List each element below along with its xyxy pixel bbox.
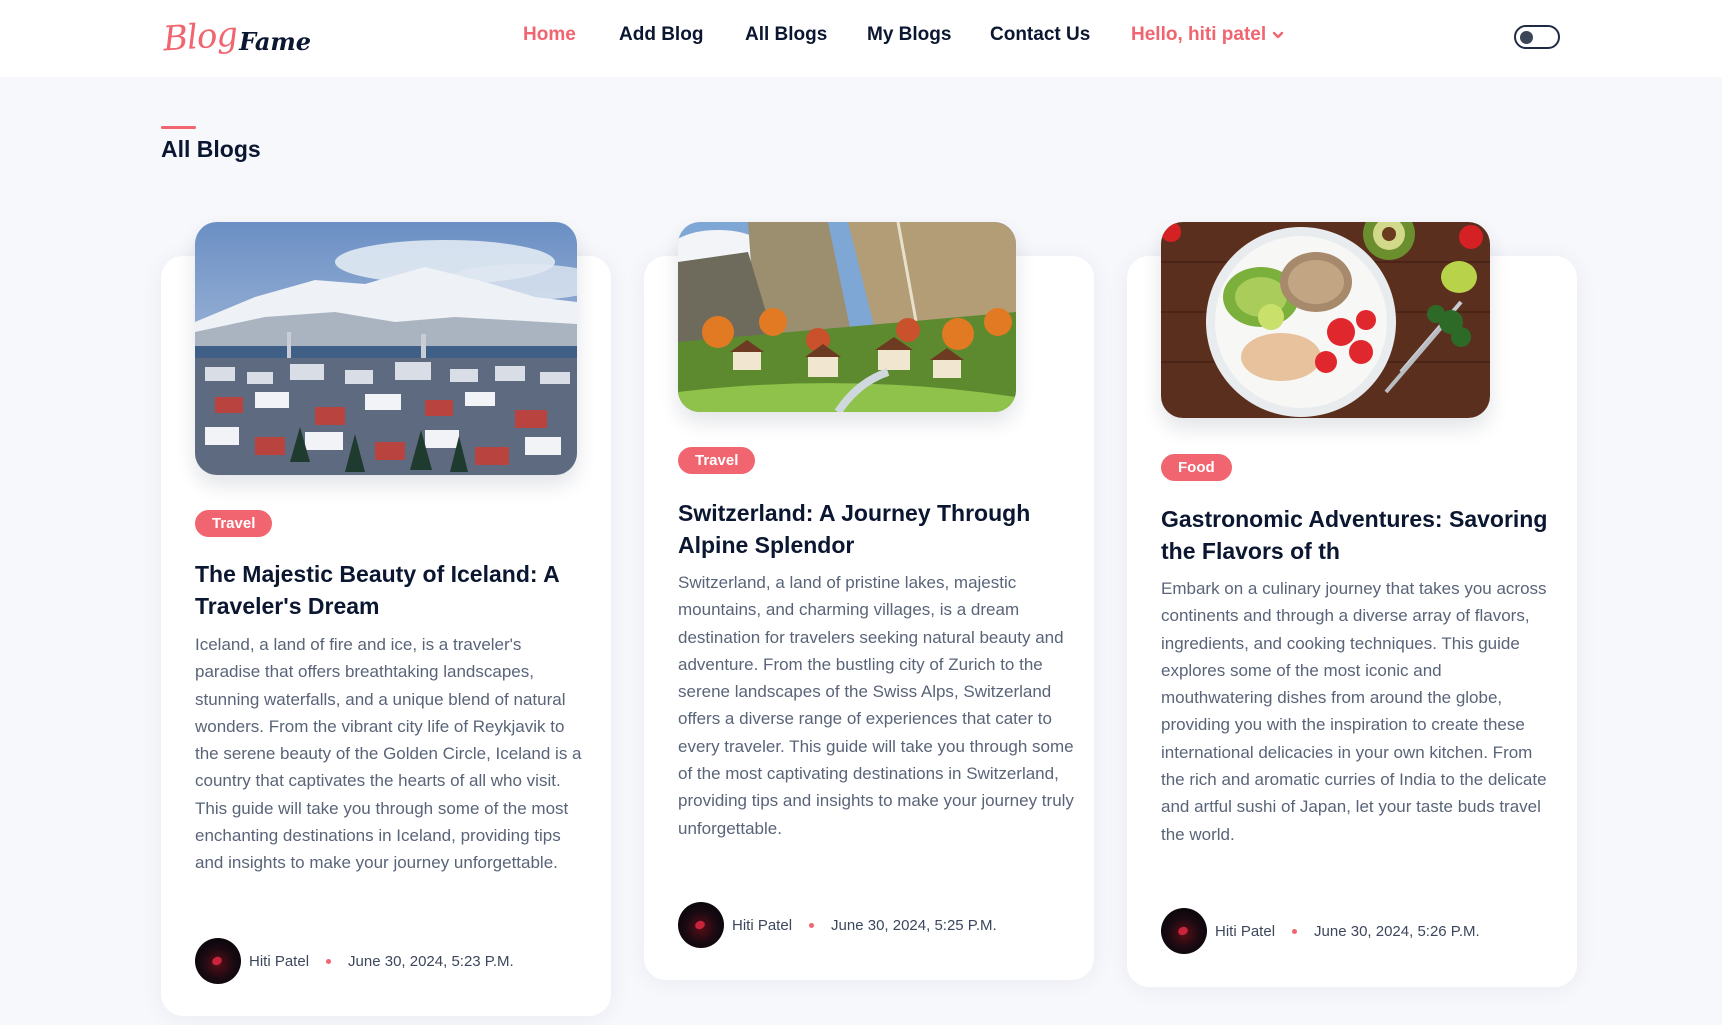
iceland-image xyxy=(195,222,577,475)
blog-excerpt: Switzerland, a land of pristine lakes, m… xyxy=(678,573,1074,838)
brand-logo[interactable]: Blog Fame xyxy=(161,12,311,62)
user-greeting: Hello, hiti patel xyxy=(1131,24,1267,45)
nav-home[interactable]: Home xyxy=(523,24,576,46)
logo-text-blog: Blog xyxy=(161,14,239,60)
blog-meta: Hiti Patel June 30, 2024, 5:25 P.M. xyxy=(678,902,997,948)
switzerland-image xyxy=(678,222,1016,412)
meta-separator-dot xyxy=(326,958,332,964)
post-date: June 30, 2024, 5:25 P.M. xyxy=(831,916,997,934)
food-bowl-image xyxy=(1161,222,1490,418)
post-date: June 30, 2024, 5:26 P.M. xyxy=(1314,922,1480,940)
nav-my-blogs[interactable]: My Blogs xyxy=(867,24,951,46)
nav-all-blogs[interactable]: All Blogs xyxy=(745,24,827,46)
chevron-down-icon xyxy=(1272,31,1284,39)
author-avatar[interactable] xyxy=(1161,908,1207,954)
post-date: June 30, 2024, 5:23 P.M. xyxy=(348,952,514,970)
blog-title[interactable]: The Majestic Beauty of Iceland: A Travel… xyxy=(195,558,591,622)
author-avatar[interactable] xyxy=(678,902,724,948)
theme-toggle[interactable] xyxy=(1514,25,1560,49)
category-badge[interactable]: Travel xyxy=(678,447,756,474)
author-avatar[interactable] xyxy=(195,938,241,984)
blog-title[interactable]: Switzerland: A Journey Through Alpine Sp… xyxy=(678,497,1074,561)
blog-image-iceland[interactable] xyxy=(195,222,577,475)
section-title-accent xyxy=(161,126,196,129)
blog-card[interactable]: Food Gastronomic Adventures: Savoring th… xyxy=(1127,222,1577,987)
navbar: Blog Fame Home Add Blog All Blogs My Blo… xyxy=(0,0,1722,77)
blog-meta: Hiti Patel June 30, 2024, 5:23 P.M. xyxy=(195,938,514,984)
author-name[interactable]: Hiti Patel xyxy=(732,917,792,934)
category-badge[interactable]: Travel xyxy=(195,510,273,537)
page-title: All Blogs xyxy=(161,136,261,162)
blog-card[interactable]: Travel Switzerland: A Journey Through Al… xyxy=(644,222,1094,980)
author-name[interactable]: Hiti Patel xyxy=(249,953,309,970)
blog-image-switzerland[interactable] xyxy=(678,222,1016,412)
blog-image-food[interactable] xyxy=(1161,222,1490,418)
blog-excerpt: Embark on a culinary journey that takes … xyxy=(1161,579,1547,844)
blog-meta: Hiti Patel June 30, 2024, 5:26 P.M. xyxy=(1161,908,1480,954)
toggle-knob xyxy=(1520,31,1533,44)
author-name[interactable]: Hiti Patel xyxy=(1215,923,1275,940)
blog-card[interactable]: Travel The Majestic Beauty of Iceland: A… xyxy=(161,222,611,1016)
blog-title[interactable]: Gastronomic Adventures: Savoring the Fla… xyxy=(1161,503,1557,567)
nav-add-blog[interactable]: Add Blog xyxy=(619,24,703,46)
nav-contact-us[interactable]: Contact Us xyxy=(990,24,1090,46)
blog-excerpt: Iceland, a land of fire and ice, is a tr… xyxy=(195,635,582,873)
meta-separator-dot xyxy=(809,922,815,928)
category-badge[interactable]: Food xyxy=(1161,454,1232,481)
meta-separator-dot xyxy=(1292,928,1298,934)
user-menu-dropdown[interactable]: Hello, hiti patel xyxy=(1131,24,1284,46)
logo-text-fame: Fame xyxy=(239,26,312,56)
